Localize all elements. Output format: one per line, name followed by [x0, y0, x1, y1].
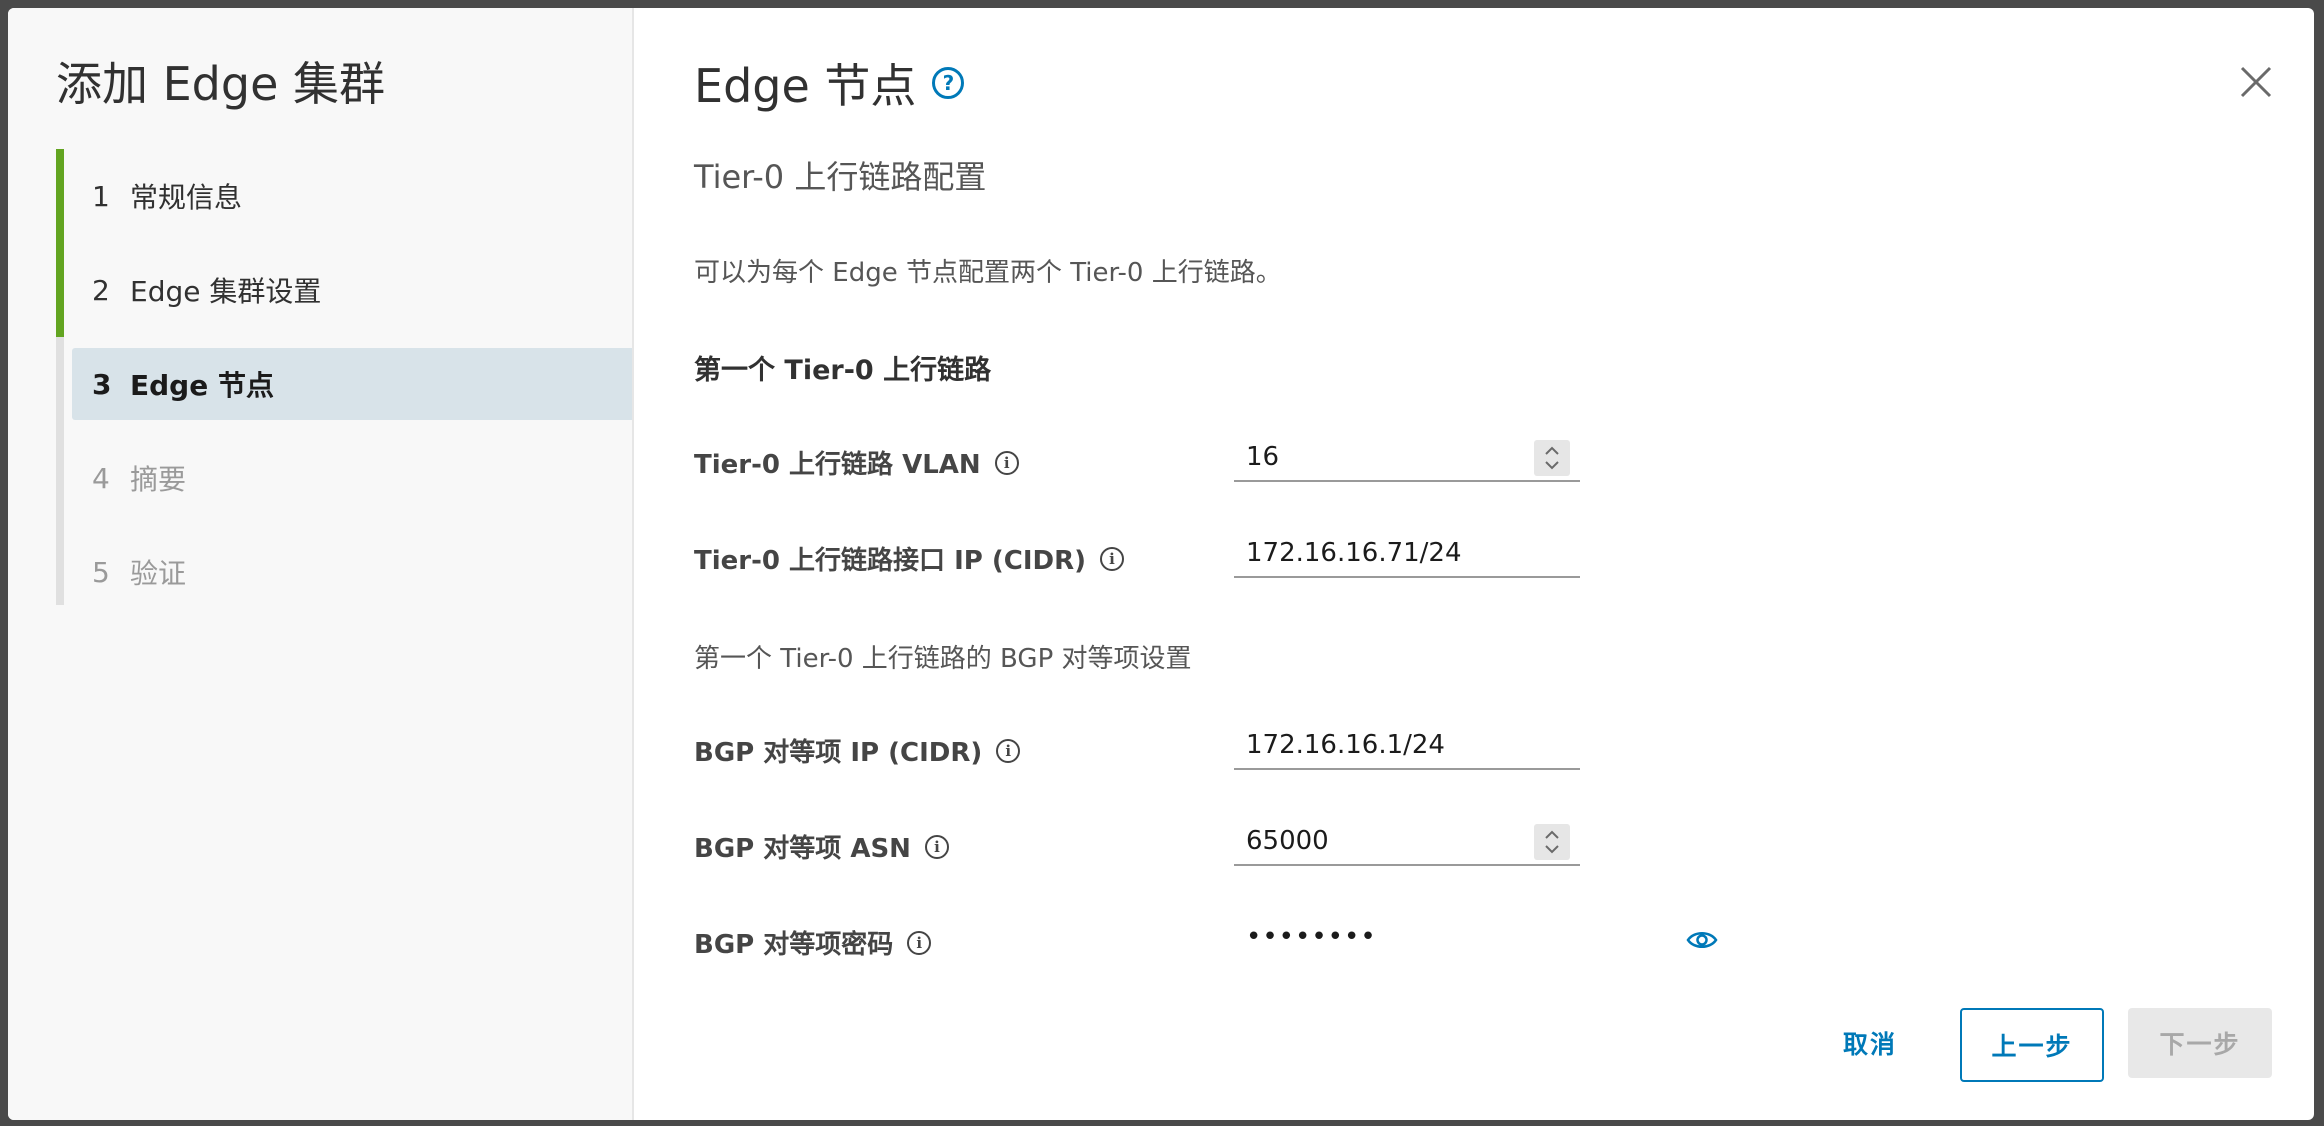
interface-ip-label-text: Tier-0 上行链路接口 IP (CIDR) — [694, 546, 1086, 576]
bgp-peer-password-label: BGP 对等项密码 i — [694, 924, 932, 961]
step-number: 4 — [92, 461, 110, 495]
bgp-peer-ip-label-text: BGP 对等项 IP (CIDR) — [694, 738, 983, 768]
step-summary: 4 摘要 — [56, 431, 632, 525]
step-label: 摘要 — [130, 463, 187, 496]
interface-ip-field[interactable]: 172.16.16.71/24 — [1234, 532, 1580, 578]
wizard-steps: 1 常规信息 2 Edge 集群设置 3 Edge 节点 4 摘要 5 验证 — [56, 149, 632, 619]
vlan-stepper[interactable]: 16 — [1234, 436, 1580, 482]
question-circle-icon[interactable]: ? — [932, 67, 965, 99]
info-icon[interactable]: i — [1100, 546, 1124, 571]
next-button[interactable]: 下一步 — [2128, 1008, 2272, 1078]
bgp-peer-ip-field[interactable]: 172.16.16.1/24 — [1234, 724, 1580, 770]
bgp-peer-asn-stepper[interactable]: 65000 — [1234, 820, 1580, 866]
page-title-text: Edge 节点 — [694, 59, 917, 113]
step-label: Edge 节点 — [130, 369, 274, 402]
step-label: 验证 — [130, 557, 187, 590]
interface-ip-value: 172.16.16.71/24 — [1246, 538, 1462, 568]
spinner-icon[interactable] — [1534, 440, 1570, 476]
step-progress-bar — [56, 337, 64, 431]
info-icon[interactable]: i — [907, 930, 932, 955]
vlan-label: Tier-0 上行链路 VLAN i — [694, 444, 1019, 481]
step-progress-bar — [56, 243, 64, 337]
bgp-peer-ip-label: BGP 对等项 IP (CIDR) i — [694, 732, 1021, 769]
step-edge-cluster-settings[interactable]: 2 Edge 集群设置 — [56, 243, 632, 337]
add-edge-cluster-dialog: 添加 Edge 集群 1 常规信息 2 Edge 集群设置 3 Edge 节点 … — [8, 8, 2314, 1120]
step-validation: 5 验证 — [56, 525, 632, 619]
spinner-icon[interactable] — [1534, 824, 1570, 860]
step-number: 1 — [92, 179, 110, 213]
step-edge-nodes[interactable]: 3 Edge 节点 — [56, 337, 632, 431]
close-icon[interactable] — [2238, 64, 2274, 100]
step-progress-bar — [56, 525, 64, 605]
step-number: 3 — [92, 367, 112, 401]
bgp-peer-asn-value: 65000 — [1246, 826, 1329, 856]
info-icon[interactable]: i — [994, 450, 1019, 475]
wizard-content: Edge 节点 ? Tier-0 上行链路配置 可以为每个 Edge 节点配置两… — [634, 8, 2314, 1120]
vlan-value: 16 — [1246, 442, 1280, 472]
step-general-info[interactable]: 1 常规信息 — [56, 149, 632, 243]
step-label: 常规信息 — [130, 181, 243, 214]
page-title: Edge 节点 ? — [694, 50, 965, 116]
bgp-peer-password-field[interactable]: •••••••• — [1234, 918, 1634, 962]
bgp-peer-ip-value: 172.16.16.1/24 — [1246, 730, 1445, 760]
bgp-peer-asn-label-text: BGP 对等项 ASN — [694, 834, 911, 864]
step-label: Edge 集群设置 — [130, 275, 322, 308]
wizard-sidebar: 添加 Edge 集群 1 常规信息 2 Edge 集群设置 3 Edge 节点 … — [8, 8, 634, 1120]
bgp-peer-password-label-text: BGP 对等项密码 — [694, 930, 894, 960]
section-title: Tier-0 上行链路配置 — [694, 158, 987, 196]
info-icon[interactable]: i — [996, 738, 1021, 763]
first-uplink-heading: 第一个 Tier-0 上行链路 — [694, 355, 992, 386]
eye-icon[interactable] — [1686, 928, 1718, 956]
section-description: 可以为每个 Edge 节点配置两个 Tier-0 上行链路。 — [694, 258, 1282, 288]
step-progress-bar — [56, 149, 64, 243]
step-number: 5 — [92, 555, 110, 589]
bgp-peer-asn-label: BGP 对等项 ASN i — [694, 828, 949, 865]
bgp-peer-password-value: •••••••• — [1246, 922, 1377, 952]
cancel-button[interactable]: 取消 — [1800, 1008, 1940, 1078]
wizard-title: 添加 Edge 集群 — [56, 57, 386, 111]
interface-ip-label: Tier-0 上行链路接口 IP (CIDR) i — [694, 540, 1124, 577]
info-icon[interactable]: i — [924, 834, 949, 859]
vlan-label-text: Tier-0 上行链路 VLAN — [694, 450, 981, 480]
bgp-settings-heading: 第一个 Tier-0 上行链路的 BGP 对等项设置 — [694, 644, 1192, 674]
step-progress-bar — [56, 431, 64, 525]
step-number: 2 — [92, 273, 110, 307]
previous-button[interactable]: 上一步 — [1960, 1008, 2104, 1082]
